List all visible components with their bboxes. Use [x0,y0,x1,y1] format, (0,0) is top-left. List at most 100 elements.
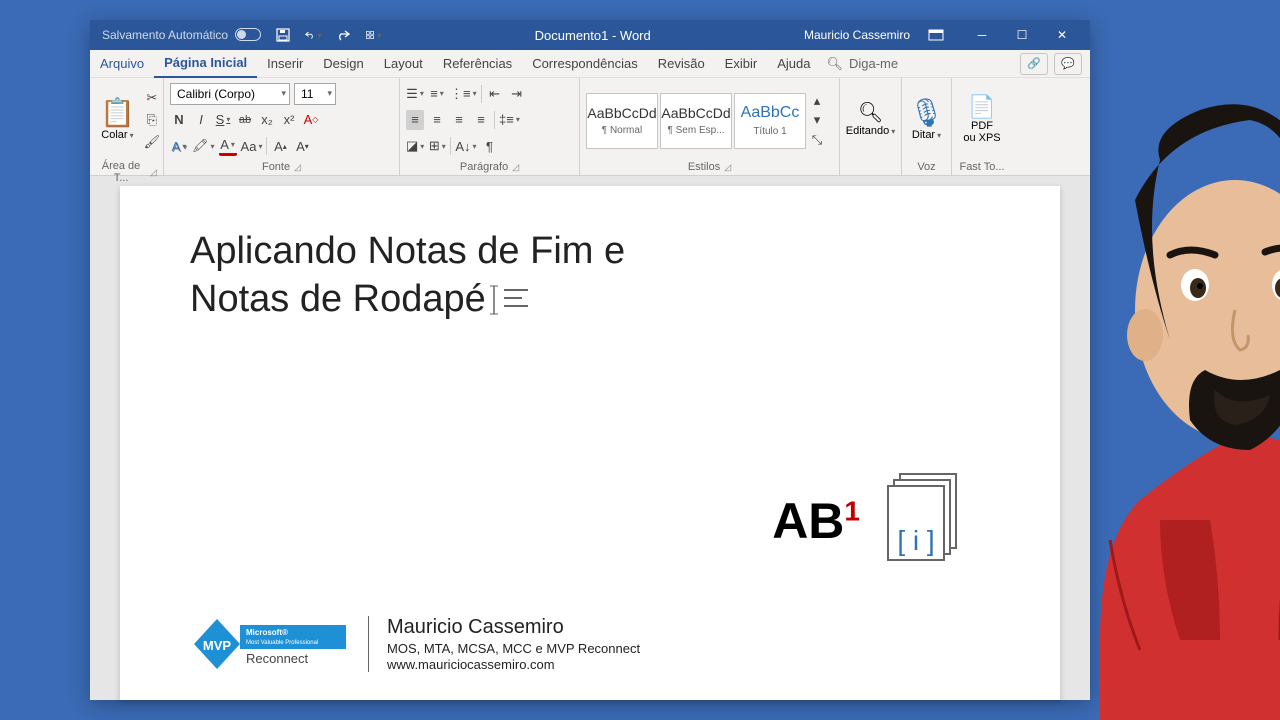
bold-button[interactable]: N [170,110,188,130]
tab-home[interactable]: Página Inicial [154,50,257,78]
styles-group-label: Estilos [688,161,720,173]
editing-button[interactable]: 🔍︎ Editando [842,82,899,158]
svg-text:[ i ]: [ i ] [897,525,934,556]
align-left-button[interactable]: ≡ [406,110,424,130]
highlight-button[interactable]: 🖍 [192,136,215,156]
svg-text:Reconnect: Reconnect [246,651,309,666]
style-nospacing[interactable]: AaBbCcDd ¶ Sem Esp... [660,93,732,149]
author-name: Mauricio Cassemiro [387,616,640,639]
tab-insert[interactable]: Inserir [257,50,313,78]
bullets-button[interactable]: ☰ [406,84,424,104]
sort-button[interactable]: A↓ [455,136,476,156]
styles-up-icon[interactable]: ▴ [808,93,826,110]
style-normal[interactable]: AaBbCcDd ¶ Normal [586,93,658,149]
mvp-badge: MVP Microsoft® Most Valuable Professiona… [190,617,350,671]
document-heading: Aplicando Notas de Fim e Notas de Rodapé [190,228,990,323]
font-color-button[interactable]: A [219,136,237,156]
save-icon[interactable] [275,27,291,43]
page[interactable]: Aplicando Notas de Fim e Notas de Rodapé… [120,186,1060,700]
grow-font-button[interactable]: A▴ [271,136,289,156]
text-cursor-icon [490,284,530,316]
subscript-button[interactable]: x₂ [258,110,276,130]
strike-button[interactable]: ab [236,110,254,130]
minimize-button[interactable]: ─ [962,20,1002,50]
style-heading1[interactable]: AaBbCc Título 1 [734,93,806,149]
italic-button[interactable]: I [192,110,210,130]
titlebar: Salvamento Automático Documento1 - Word … [90,20,1090,50]
increase-indent-button[interactable]: ⇥ [508,84,526,104]
tab-design[interactable]: Design [313,50,373,78]
word-window: Salvamento Automático Documento1 - Word … [90,20,1090,700]
search-icon: 🔍︎ [826,56,843,72]
maximize-button[interactable]: ☐ [1002,20,1042,50]
svg-text:Microsoft®: Microsoft® [246,628,288,637]
font-group-label: Fonte [262,161,290,173]
autosave-label: Salvamento Automático [102,28,261,42]
tab-layout[interactable]: Layout [374,50,433,78]
cut-icon[interactable]: ✂ [143,88,161,108]
username[interactable]: Mauricio Cassemiro [804,28,910,42]
format-painter-icon[interactable]: 🖌 [143,132,161,152]
share-button[interactable]: 🔗 [1020,53,1048,75]
tab-references[interactable]: Referências [433,50,522,78]
align-right-button[interactable]: ≡ [450,110,468,130]
ribbon: 📋 Colar ✂ ⎘ 🖌 Área de T...◿ Calibri (Cor… [90,78,1090,176]
clipboard-group-label: Área de T... [96,160,146,184]
clear-format-button[interactable]: A◇ [302,110,320,130]
paragraph-group-label: Parágrafo [460,161,508,173]
borders-button[interactable]: ⊞ [428,136,446,156]
dictate-button[interactable]: 🎙 Ditar [905,82,949,158]
text-effects-button[interactable]: A [170,136,188,156]
tab-view[interactable]: Exibir [715,50,768,78]
pdf-xps-button[interactable]: 📄 PDF ou XPS [959,82,1004,158]
fasttools-group-label: Fast To... [959,161,1004,173]
line-spacing-button[interactable]: ‡≡ [499,110,520,130]
paste-button[interactable]: 📋 Colar [96,82,139,158]
change-case-button[interactable]: Aa [241,136,263,156]
font-name-select[interactable]: Calibri (Corpo) [170,83,290,105]
svg-text:MVP: MVP [203,638,232,653]
align-center-button[interactable]: ≡ [428,110,446,130]
tab-review[interactable]: Revisão [648,50,715,78]
undo-icon[interactable] [305,27,321,43]
font-size-select[interactable]: 11 [294,83,336,105]
shading-button[interactable]: ◪ [406,136,424,156]
window-title: Documento1 - Word [381,28,804,43]
author-certs: MOS, MTA, MCSA, MCC e MVP Reconnect [387,641,640,656]
superscript-button[interactable]: x² [280,110,298,130]
copy-icon[interactable]: ⎘ [143,110,161,130]
comments-button[interactable]: 💬 [1054,53,1082,75]
ribbon-display-icon[interactable] [928,27,944,43]
show-marks-button[interactable]: ¶ [481,136,499,156]
find-icon: 🔍︎ [858,103,883,123]
underline-button[interactable]: S [214,110,232,130]
dialog-launcher-icon[interactable]: ◿ [724,162,731,173]
tab-mailings[interactable]: Correspondências [522,50,648,78]
tab-file[interactable]: Arquivo [90,50,154,78]
decrease-indent-button[interactable]: ⇤ [486,84,504,104]
redo-icon[interactable] [335,27,351,43]
tell-me[interactable]: 🔍︎ Diga-me [826,56,898,72]
close-button[interactable]: ✕ [1042,20,1082,50]
numbering-button[interactable]: ≡ [428,84,446,104]
dialog-launcher-icon[interactable]: ◿ [294,162,301,173]
dialog-launcher-icon[interactable]: ◿ [512,162,519,173]
document-area[interactable]: Aplicando Notas de Fim e Notas de Rodapé… [90,176,1090,700]
ribbon-tabs: Arquivo Página Inicial Inserir Design La… [90,50,1090,78]
voice-group-label: Voz [917,161,935,173]
dialog-launcher-icon[interactable]: ◿ [150,167,157,178]
footnote-illustration: AB1 [772,492,860,550]
clipboard-icon: 📋 [100,99,135,127]
styles-more-icon[interactable]: ⤡ [808,131,826,148]
autosave-toggle[interactable] [235,28,261,41]
signature-block: MVP Microsoft® Most Valuable Professiona… [190,616,640,672]
multilevel-button[interactable]: ⋮≡ [450,84,477,104]
export-icon: 📄 [968,96,995,118]
styles-down-icon[interactable]: ▾ [808,112,826,129]
justify-button[interactable]: ≡ [472,110,490,130]
qat-customize-icon[interactable] [365,27,381,43]
author-url: www.mauriciocassemiro.com [387,657,640,672]
endnote-illustration: [ i ] [880,470,970,570]
shrink-font-button[interactable]: A▾ [293,136,311,156]
tab-help[interactable]: Ajuda [767,50,820,78]
